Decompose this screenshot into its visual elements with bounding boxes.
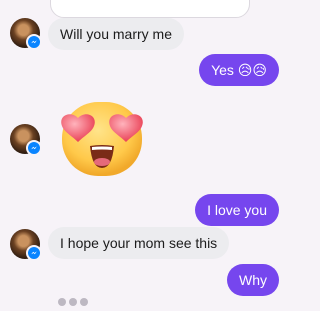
chat-thread: Will you marry me Yes 😥😥 I love you I ho… [0, 0, 300, 306]
contact-avatar[interactable] [10, 124, 42, 156]
contact-avatar[interactable] [10, 18, 42, 50]
typing-dot [69, 298, 77, 306]
outgoing-message[interactable]: I love you [195, 194, 279, 226]
previous-message-bubble[interactable] [50, 0, 250, 18]
typing-dot [80, 298, 88, 306]
outgoing-message[interactable]: Why [227, 264, 279, 296]
incoming-message[interactable]: I hope your mom see this [48, 227, 230, 259]
typing-indicator [58, 293, 91, 311]
messenger-badge-icon [26, 34, 42, 50]
heart-eyes-emoji-icon[interactable] [56, 100, 148, 178]
messenger-badge-icon [26, 245, 42, 261]
messenger-badge-icon [26, 140, 42, 156]
incoming-message[interactable]: Will you marry me [48, 18, 185, 50]
typing-dot [58, 298, 66, 306]
outgoing-message[interactable]: Yes 😥😥 [199, 54, 279, 86]
contact-avatar[interactable] [10, 229, 42, 261]
